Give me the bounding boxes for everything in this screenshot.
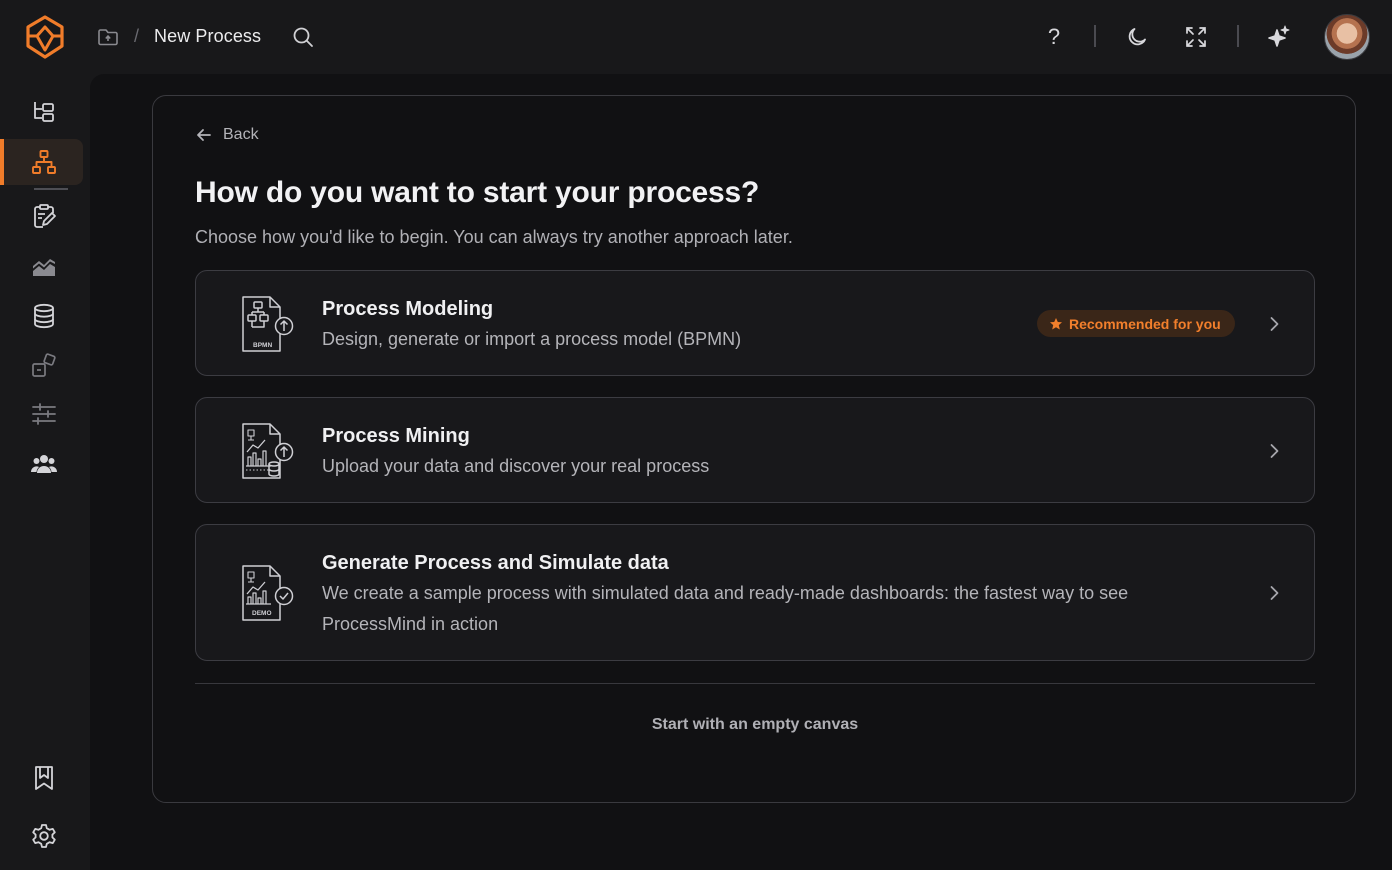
arrow-left-icon	[197, 129, 211, 141]
section-divider	[195, 683, 1315, 684]
bookmark-icon[interactable]	[30, 764, 58, 792]
empty-canvas-link[interactable]: Start with an empty canvas	[195, 716, 1315, 734]
sidebar-active-indicator	[0, 139, 4, 185]
sidebar-divider	[34, 188, 68, 190]
users-icon[interactable]	[30, 450, 58, 478]
chevron-right-icon	[1270, 444, 1279, 458]
process-model-icon[interactable]	[30, 148, 58, 176]
svg-text:DEMO: DEMO	[252, 610, 272, 617]
demo-file-icon: DEMO	[242, 565, 294, 621]
folder-icon[interactable]	[96, 25, 120, 49]
user-avatar[interactable]	[1324, 14, 1370, 60]
option-card-generate-simulate[interactable]: DEMO Generate Process and Simulate data …	[195, 524, 1315, 661]
recommended-label: Recommended for you	[1069, 315, 1221, 332]
chevron-right-icon	[1270, 586, 1279, 600]
page-title[interactable]: New Process	[154, 26, 261, 47]
sliders-icon[interactable]	[30, 400, 58, 428]
option-title: Process Mining	[322, 425, 470, 447]
process-mining-file-icon	[242, 423, 294, 479]
breadcrumb-separator: /	[134, 26, 140, 46]
svg-text:BPMN: BPMN	[253, 342, 272, 349]
star-icon	[1050, 317, 1062, 329]
back-button[interactable]: Back	[195, 124, 259, 146]
process-tree-icon[interactable]	[30, 98, 58, 126]
option-title: Generate Process and Simulate data	[322, 552, 669, 574]
search-icon[interactable]	[291, 25, 315, 49]
option-description: Upload your data and discover your real …	[322, 456, 710, 476]
header-divider	[1237, 25, 1239, 47]
back-label: Back	[223, 126, 259, 143]
analytics-chart-icon[interactable]	[30, 252, 58, 280]
option-card-process-modeling[interactable]: BPMN Process Modeling Design, generate o…	[195, 270, 1315, 376]
integrations-icon[interactable]	[30, 352, 58, 380]
header-divider	[1094, 25, 1096, 47]
page-subheading: Choose how you'd like to begin. You can …	[195, 227, 793, 247]
page-heading: How do you want to start your process?	[195, 176, 760, 209]
option-card-process-mining[interactable]: Process Mining Upload your data and disc…	[195, 397, 1315, 503]
option-description: We create a sample process with simulate…	[322, 583, 1129, 634]
settings-icon[interactable]	[30, 822, 58, 850]
fullscreen-icon[interactable]	[1184, 25, 1208, 49]
recommended-badge: Recommended for you	[1037, 310, 1235, 337]
ai-sparkle-icon[interactable]	[1265, 24, 1291, 50]
top-bar: / New Process ?	[0, 0, 1392, 74]
chevron-right-icon	[1270, 317, 1279, 331]
database-icon[interactable]	[30, 302, 58, 330]
bpmn-file-icon: BPMN	[242, 296, 294, 352]
dark-mode-icon[interactable]	[1125, 25, 1149, 49]
option-title: Process Modeling	[322, 298, 494, 320]
help-icon[interactable]: ?	[1042, 23, 1066, 51]
processmind-logo[interactable]	[24, 14, 66, 60]
clipboard-edit-icon[interactable]	[30, 202, 58, 230]
